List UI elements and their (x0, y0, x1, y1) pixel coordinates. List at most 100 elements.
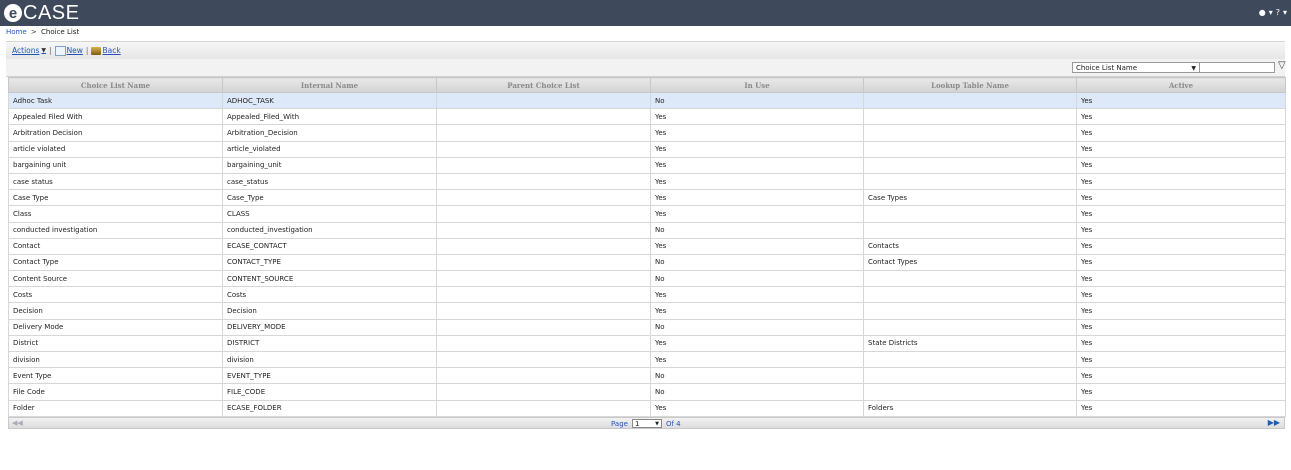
back-icon (91, 46, 102, 55)
table-row[interactable]: division division Yes Yes (8, 350, 1286, 369)
column-header-in-use[interactable]: In Use (650, 77, 864, 93)
filter-field-select[interactable]: Choice List Name ▼ (1072, 62, 1200, 73)
cell-lookup-table-name (863, 172, 1077, 191)
table-row[interactable]: conducted investigation conducted_investi… (8, 221, 1286, 239)
cell-lookup-table-name (863, 108, 1077, 126)
cell-choice-list-name: bargaining unit (8, 156, 223, 174)
new-button[interactable]: New (54, 45, 83, 56)
actions-menu-button[interactable]: Actions ▼ (12, 46, 46, 55)
cell-parent-choice-list (436, 172, 651, 191)
table-row[interactable]: Event Type EVENT_TYPE No Yes (8, 367, 1286, 385)
cell-lookup-table-name (863, 367, 1077, 385)
column-header-internal-name[interactable]: Internal Name (222, 77, 437, 93)
table-row[interactable]: article violated article_violated Yes Yes (8, 140, 1286, 158)
cell-internal-name: case_status (222, 172, 437, 191)
cell-internal-name: Case_Type (222, 189, 437, 207)
cell-lookup-table-name (863, 124, 1077, 142)
cell-choice-list-name: Folder (8, 399, 223, 417)
cell-parent-choice-list (436, 189, 651, 207)
cell-in-use: No (650, 91, 864, 110)
cell-internal-name: ADHOC_TASK (222, 91, 437, 110)
column-header-lookup-table-name[interactable]: Lookup Table Name (863, 77, 1077, 93)
toolbar-divider: | (49, 46, 52, 55)
cell-active: Yes (1076, 367, 1286, 385)
top-header-bar: e CASE ● ▾ ? ▾ (0, 0, 1291, 26)
cell-in-use: Yes (650, 189, 864, 207)
cell-in-use: Yes (650, 172, 864, 191)
cell-active: Yes (1076, 334, 1286, 353)
page-select[interactable]: 1 ▼ (631, 419, 662, 428)
table-row[interactable]: case status case_status Yes Yes (8, 172, 1286, 191)
table-row[interactable]: Costs Costs Yes Yes (8, 286, 1286, 304)
cell-active: Yes (1076, 253, 1286, 272)
cell-lookup-table-name (863, 286, 1077, 304)
user-icon[interactable]: ● (1259, 8, 1266, 17)
table-row[interactable]: Arbitration Decision Arbitration_Decision… (8, 124, 1286, 142)
cell-choice-list-name: Contact (8, 237, 223, 255)
cell-parent-choice-list (436, 318, 651, 336)
cell-lookup-table-name: Folders (863, 399, 1077, 417)
cell-in-use: Yes (650, 302, 864, 320)
table-row[interactable]: Delivery Mode DELIVERY_MODE No Yes (8, 318, 1286, 336)
cell-parent-choice-list (436, 253, 651, 272)
cell-active: Yes (1076, 237, 1286, 255)
cell-lookup-table-name (863, 221, 1077, 239)
column-header-parent-choice-list[interactable]: Parent Choice List (436, 77, 651, 93)
table-row[interactable]: Contact ECASE_CONTACT Yes Contacts Yes (8, 237, 1286, 255)
logo-e-mark: e (4, 4, 22, 22)
filter-value-input[interactable] (1199, 62, 1275, 73)
page-count-label: Of 4 (665, 419, 681, 428)
ecase-logo[interactable]: e CASE (4, 1, 79, 25)
breadcrumb-home-link[interactable]: Home (6, 28, 27, 36)
table-row[interactable]: Class CLASS Yes Yes (8, 205, 1286, 223)
table-row[interactable]: bargaining unit bargaining_unit Yes Yes (8, 156, 1286, 174)
cell-active: Yes (1076, 270, 1286, 288)
cell-choice-list-name: District (8, 334, 223, 353)
cell-choice-list-name: Contact Type (8, 253, 223, 272)
cell-in-use: Yes (650, 286, 864, 304)
cell-lookup-table-name: Case Types (863, 189, 1077, 207)
table-row[interactable]: Case Type Case_Type Yes Case Types Yes (8, 189, 1286, 207)
table-row[interactable]: Adhoc Task ADHOC_TASK No Yes (8, 91, 1286, 110)
cell-lookup-table-name (863, 205, 1077, 223)
cell-lookup-table-name: Contacts (863, 237, 1077, 255)
cell-choice-list-name: Costs (8, 286, 223, 304)
cell-active: Yes (1076, 156, 1286, 174)
cell-parent-choice-list (436, 221, 651, 239)
column-header-choice-list-name[interactable]: Choice List Name (8, 77, 223, 93)
first-page-icon[interactable]: ◀◀ (12, 419, 23, 427)
filter-icon[interactable]: ▽ (1278, 60, 1286, 71)
table-row[interactable]: File Code FILE_CODE No Yes (8, 383, 1286, 401)
table-row[interactable]: Folder ECASE_FOLDER Yes Folders Yes (8, 399, 1286, 417)
chevron-down-icon[interactable]: ▾ (1269, 8, 1273, 17)
cell-parent-choice-list (436, 140, 651, 158)
breadcrumb-current: Choice List (41, 28, 80, 36)
cell-active: Yes (1076, 124, 1286, 142)
table-row[interactable]: Decision Decision Yes Yes (8, 302, 1286, 320)
grid-toolbar: Actions ▼ | New | Back (6, 41, 1285, 60)
table-row[interactable]: Content Source CONTENT_SOURCE No Yes (8, 270, 1286, 288)
last-page-icon[interactable]: ▶▶ (1268, 418, 1280, 427)
cell-choice-list-name: conducted investigation (8, 221, 223, 239)
cell-active: Yes (1076, 91, 1286, 110)
cell-parent-choice-list (436, 108, 651, 126)
chevron-down-icon[interactable]: ▾ (1283, 8, 1287, 17)
cell-choice-list-name: article violated (8, 140, 223, 158)
new-label: New (66, 46, 83, 55)
table-row[interactable]: Appealed Filed With Appealed_Filed_With Ye… (8, 108, 1286, 126)
back-button[interactable]: Back (91, 46, 121, 55)
cell-active: Yes (1076, 108, 1286, 126)
table-row[interactable]: Contact Type CONTACT_TYPE No Contact Types Y… (8, 253, 1286, 272)
cell-internal-name: Decision (222, 302, 437, 320)
column-header-active[interactable]: Active (1076, 77, 1286, 93)
table-header-row: Choice List Name Internal Name Parent Ch… (8, 77, 1286, 93)
help-icon[interactable]: ? (1276, 8, 1280, 17)
cell-active: Yes (1076, 221, 1286, 239)
cell-internal-name: conducted_investigation (222, 221, 437, 239)
cell-in-use: Yes (650, 350, 864, 369)
cell-in-use: Yes (650, 156, 864, 174)
table-row[interactable]: District DISTRICT Yes State Districts Yes (8, 334, 1286, 353)
cell-in-use: Yes (650, 237, 864, 255)
cell-in-use: Yes (650, 334, 864, 353)
page-label: Page (611, 419, 628, 428)
